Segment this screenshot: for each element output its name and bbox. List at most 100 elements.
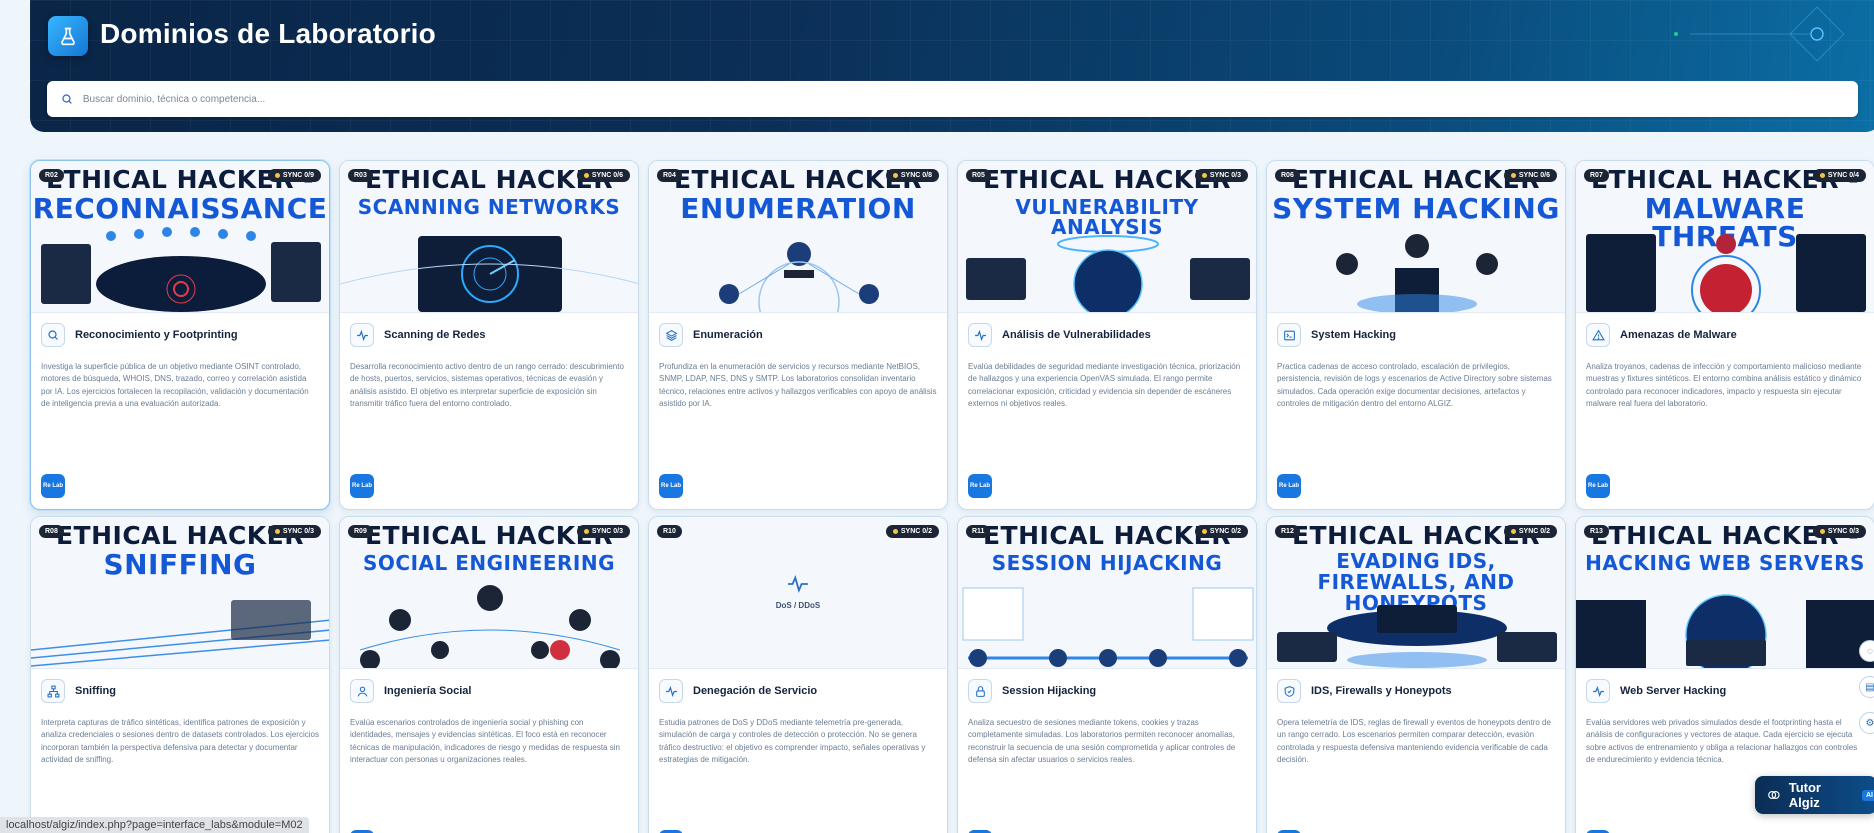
sync-text: SYNC 0/3 xyxy=(591,528,623,535)
card-title: System Hacking xyxy=(1311,329,1396,341)
sync-text: SYNC 0/6 xyxy=(591,172,623,179)
sync-badge: SYNC 0/6 xyxy=(1503,169,1557,182)
banner-title-main: RECONNAISSANCE xyxy=(32,192,328,225)
search-bar xyxy=(47,81,1858,117)
card-description: Estudia patrones de DoS y DDoS mediante … xyxy=(659,718,926,765)
banner-illustration xyxy=(962,587,1254,667)
banner-title-main: HACKING WEB SERVERS xyxy=(1585,551,1865,575)
header-decoration xyxy=(1674,6,1845,62)
card-description: Evalúa servidores web privados simulados… xyxy=(1586,718,1858,765)
document-icon[interactable]: ▤ xyxy=(1859,676,1874,698)
open-lab-button[interactable]: Re Lab xyxy=(1277,474,1301,498)
banner-illustration xyxy=(1576,594,1874,668)
settings-icon[interactable]: ⚙ xyxy=(1859,712,1874,734)
card-body: Session Hijacking Analiza secuestro de se… xyxy=(958,669,1256,833)
domain-card[interactable]: R02 SYNC 0/9 ETHICAL HACKER - RECONNAISSANC… xyxy=(30,160,330,510)
card-header: Web Server Hacking xyxy=(1586,679,1864,703)
sync-badge: SYNC 0/6 xyxy=(576,169,630,182)
status-dot-icon xyxy=(1510,529,1516,534)
pulse-icon xyxy=(659,679,683,703)
domain-card[interactable]: R10 SYNC 0/2 DoS / DDoS Denegación de Servi… xyxy=(648,516,948,833)
card-description: Analiza troyanos, cadenas de infección y… xyxy=(1586,362,1862,409)
domain-card[interactable]: R11 SYNC 0/2 ETHICAL HACKER SESSION HIJACKI… xyxy=(957,516,1257,833)
card-body: Ingeniería Social Evalúa escenarios contr… xyxy=(340,669,638,833)
sync-text: SYNC 0/2 xyxy=(1209,528,1241,535)
status-dot-icon xyxy=(583,173,589,178)
banner-illustration xyxy=(340,236,638,312)
card-description: Evalúa debilidades de seguridad mediante… xyxy=(968,362,1241,409)
card-title: Scanning de Redes xyxy=(384,329,486,341)
sync-badge: SYNC 0/2 xyxy=(1194,525,1248,538)
card-header: Enumeración xyxy=(659,323,937,347)
module-code-badge: R12 xyxy=(1275,525,1300,538)
card-header: Scanning de Redes xyxy=(350,323,628,347)
sync-badge: SYNC 0/2 xyxy=(885,525,939,538)
status-dot-icon xyxy=(1819,173,1825,178)
status-dot-icon xyxy=(1510,173,1516,178)
banner-label: DoS / DDoS xyxy=(775,601,821,610)
card-banner: R04 SYNC 0/8 ETHICAL HACKER ENUMERATION xyxy=(649,161,947,313)
module-code-badge: R06 xyxy=(1275,169,1300,182)
card-banner: R09 SYNC 0/3 ETHICAL HACKER SOCIAL ENGINEER… xyxy=(340,517,638,669)
card-title: Web Server Hacking xyxy=(1620,685,1727,697)
sync-badge: SYNC 0/3 xyxy=(267,525,321,538)
domain-card[interactable]: R03 SYNC 0/6 ETHICAL HACKER SCANNING NETWOR… xyxy=(339,160,639,510)
card-title: Session Hijacking xyxy=(1002,685,1097,697)
banner-title-main: SNIFFING xyxy=(103,548,257,581)
pulse-icon xyxy=(1586,679,1610,703)
card-body: Sniffing Interpreta capturas de tráfico s… xyxy=(31,669,329,833)
card-header: Amenazas de Malware xyxy=(1586,323,1864,347)
card-banner: R13 SYNC 0/3 ETHICAL HACKER - HACKING WEB S… xyxy=(1576,517,1874,669)
card-description: Analiza secuestro de sesiones mediante t… xyxy=(968,718,1236,765)
open-lab-button[interactable]: Re Lab xyxy=(350,474,374,498)
card-title: Ingeniería Social xyxy=(384,685,472,697)
domain-card[interactable]: R07SYNC 0/4ETHICAL HACKER -MALWARE THREA… xyxy=(1575,160,1874,510)
sync-text: SYNC 0/3 xyxy=(1827,528,1859,535)
banner-illustration xyxy=(1277,605,1557,668)
status-dot-icon xyxy=(1201,529,1207,534)
status-dot-icon xyxy=(274,529,280,534)
search-input[interactable] xyxy=(82,93,1858,105)
card-body: Análisis de Vulnerabilidades Evalúa debil… xyxy=(958,313,1256,509)
module-code-badge: R10 xyxy=(657,525,682,538)
card-title: Análisis de Vulnerabilidades xyxy=(1002,329,1151,341)
banner-title-main: SOCIAL ENGINEERING xyxy=(362,551,616,575)
card-banner: R07SYNC 0/4ETHICAL HACKER -MALWARE THREA… xyxy=(1576,161,1874,313)
open-lab-button[interactable]: Re Lab xyxy=(41,474,65,498)
page-title: Dominios de Laboratorio xyxy=(100,18,436,49)
status-dot-icon xyxy=(274,173,280,178)
card-body: System Hacking Practica cadenas de acceso… xyxy=(1267,313,1565,509)
open-lab-button[interactable]: Re Lab xyxy=(659,474,683,498)
chat-icon[interactable]: ◌ xyxy=(1859,640,1874,662)
status-url: localhost/algiz/index.php?page=interface… xyxy=(0,817,309,833)
domain-card[interactable]: R04 SYNC 0/8 ETHICAL HACKER ENUMERATION Enum… xyxy=(648,160,948,510)
sync-text: SYNC 0/9 xyxy=(282,172,314,179)
sync-badge: SYNC 0/8 xyxy=(885,169,939,182)
status-dot-icon xyxy=(583,529,589,534)
shield-icon xyxy=(1277,679,1301,703)
domain-card[interactable]: R05 SYNC 0/3 ETHICAL HACKER VULNERABILITY A… xyxy=(957,160,1257,510)
brain-icon xyxy=(1768,790,1780,800)
sync-badge: SYNC 0/4 xyxy=(1812,169,1866,182)
card-header: Ingeniería Social xyxy=(350,679,628,703)
side-toolbar: ◌ ▤ ⚙ xyxy=(1859,640,1874,734)
open-lab-button[interactable]: Re Lab xyxy=(968,474,992,498)
ai-badge: AI xyxy=(1862,789,1874,801)
card-banner: R10 SYNC 0/2 DoS / DDoS xyxy=(649,517,947,669)
domain-card[interactable]: R12 SYNC 0/2 ETHICAL HACKER EVADING IDS, FI… xyxy=(1266,516,1566,833)
card-banner: R08 SYNC 0/3 ETHICAL HACKER SNIFFING xyxy=(31,517,329,669)
card-description: Investiga la superficie pública de un ob… xyxy=(41,362,309,409)
card-description: Opera telemetría de IDS, reglas de firew… xyxy=(1277,718,1551,765)
search-icon xyxy=(62,94,72,104)
domain-card[interactable]: R06 SYNC 0/6 ETHICAL HACKER SYSTEM HACKING S… xyxy=(1266,160,1566,510)
banner-illustration xyxy=(719,242,879,312)
tutor-button[interactable]: Tutor Algiz AI xyxy=(1755,776,1874,814)
card-header: Análisis de Vulnerabilidades xyxy=(968,323,1246,347)
open-lab-button[interactable]: Re Lab xyxy=(1586,474,1610,498)
card-title: IDS, Firewalls y Honeypots xyxy=(1311,685,1452,697)
header-banner: Dominios de Laboratorio xyxy=(30,0,1874,132)
card-header: Denegación de Servicio xyxy=(659,679,937,703)
domain-card[interactable]: R08 SYNC 0/3 ETHICAL HACKER SNIFFING Sniffin… xyxy=(30,516,330,833)
domain-card[interactable]: R09 SYNC 0/3 ETHICAL HACKER SOCIAL ENGINEER… xyxy=(339,516,639,833)
banner-illustration xyxy=(1586,234,1866,312)
